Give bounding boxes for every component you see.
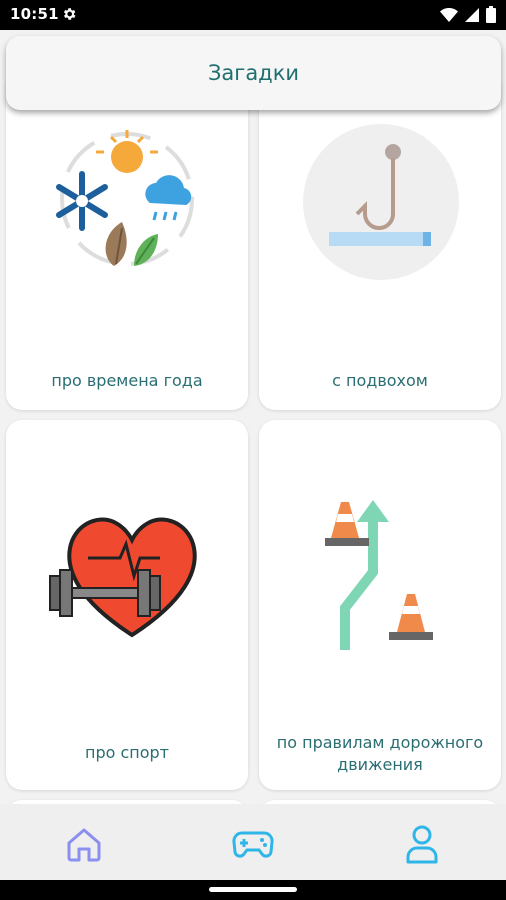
home-icon: [67, 828, 101, 862]
category-label: про спорт: [84, 743, 169, 762]
category-card-seasons[interactable]: про времена года: [6, 70, 248, 410]
category-label: по правилам дорожного движения: [276, 733, 484, 774]
status-bar: 10:51: [0, 0, 506, 30]
wifi-icon: [440, 7, 458, 22]
category-card-traffic[interactable]: по правилам дорожного движения: [259, 420, 501, 790]
category-card-tricky[interactable]: с подвохом: [259, 70, 501, 410]
app-bar: Загадки: [6, 36, 501, 110]
category-label: про времена года: [51, 371, 203, 390]
page-title: Загадки: [207, 61, 300, 85]
gear-icon: [63, 8, 76, 20]
gesture-bar: [0, 880, 506, 900]
traffic-cones-road-icon: [325, 500, 433, 650]
category-card-sport[interactable]: про спорт: [6, 420, 248, 790]
nav-home-button[interactable]: [62, 822, 106, 866]
battery-icon: [486, 6, 496, 23]
nav-games-button[interactable]: [231, 822, 275, 866]
status-time: 10:51: [10, 5, 59, 23]
heart-dumbbell-icon: [49, 517, 197, 638]
home-indicator[interactable]: [209, 887, 297, 892]
nav-profile-button[interactable]: [400, 822, 444, 866]
profile-icon: [406, 825, 438, 864]
categories-grid[interactable]: про времена года с подвохом про спорт по…: [0, 30, 506, 804]
fishing-hook-icon: [303, 124, 459, 280]
category-label: с подвохом: [332, 371, 428, 390]
seasons-icon: [56, 130, 194, 266]
gamepad-icon: [232, 831, 274, 858]
signal-icon: [465, 7, 479, 22]
bottom-navigation: [0, 804, 506, 880]
